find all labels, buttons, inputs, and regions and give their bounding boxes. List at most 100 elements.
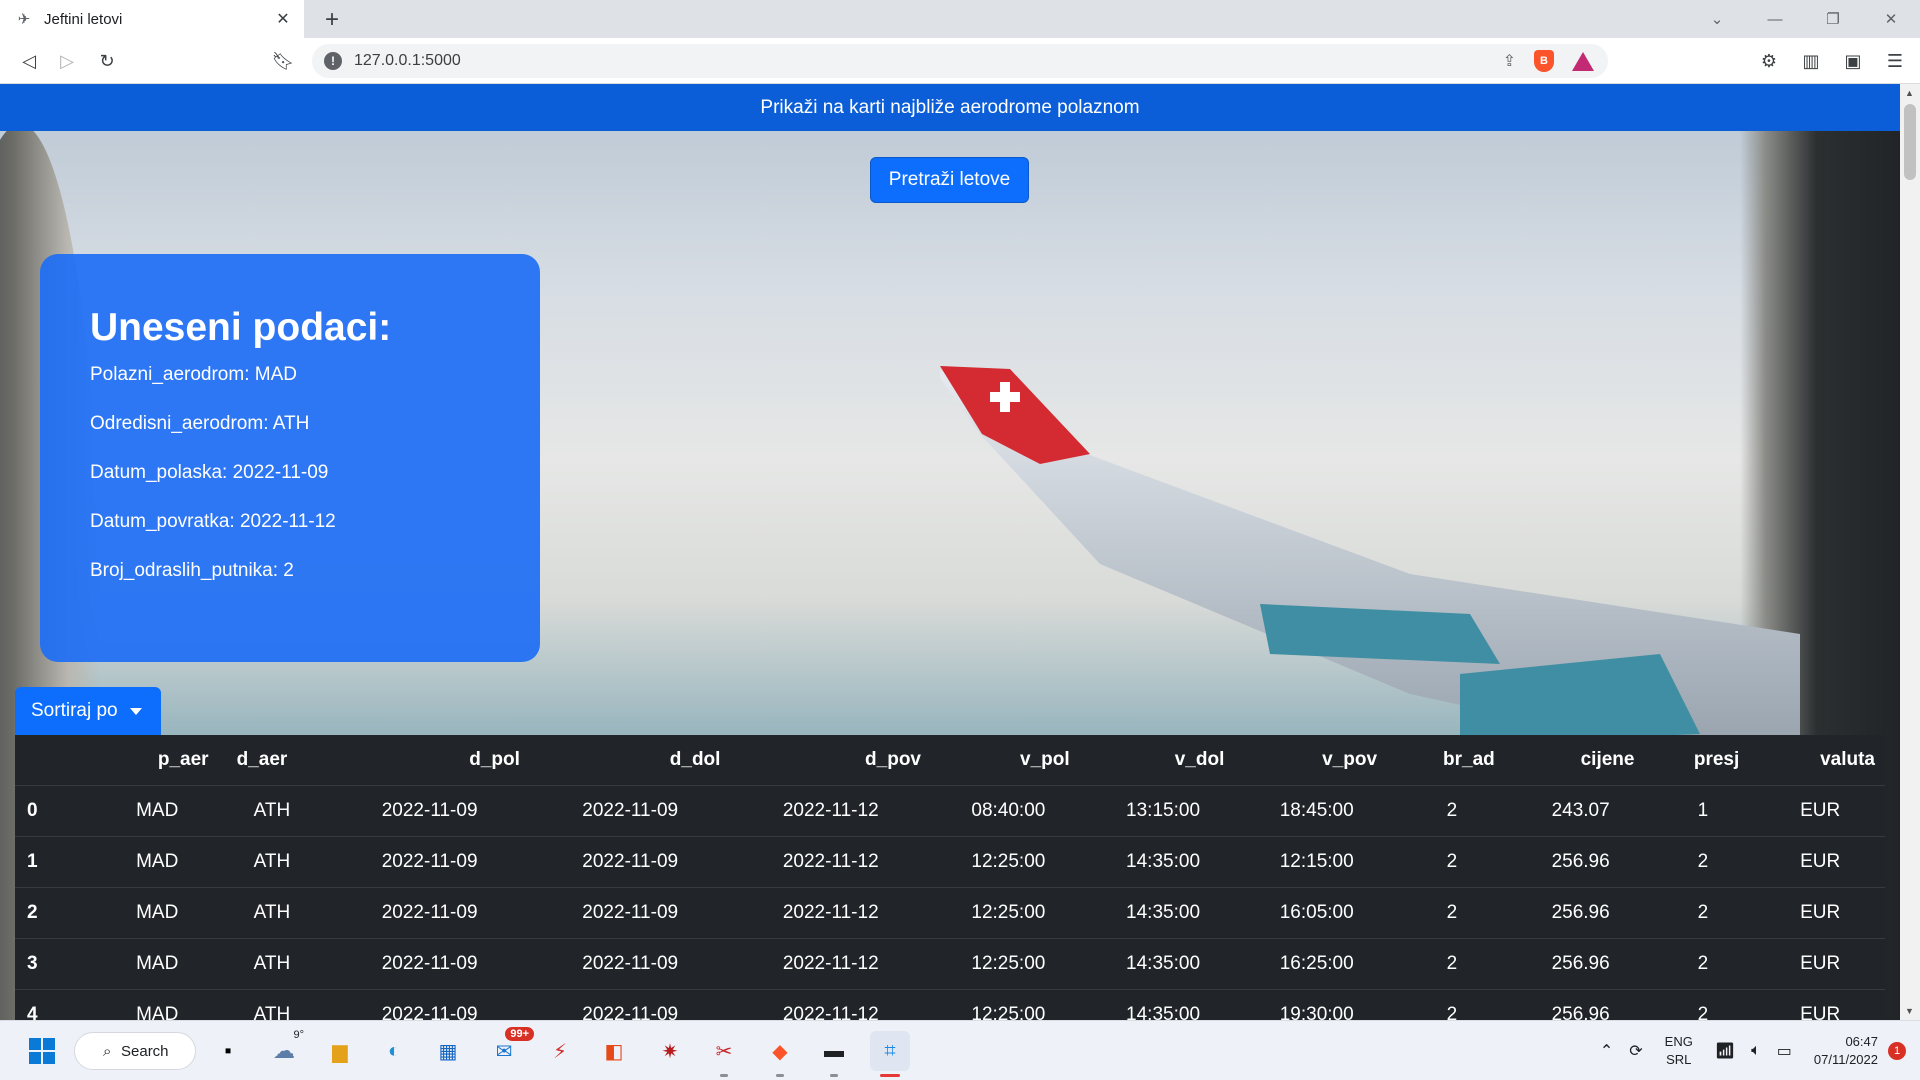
scroll-down-icon[interactable]: ▼ [1905,1006,1914,1016]
snipping-tool-icon[interactable]: ✂ [704,1031,744,1077]
cell-cijene: 256.96 [1551,851,1610,872]
header-d-aer: d_aer [236,749,288,770]
header-v-pol: v_pol [1020,749,1070,770]
snip-active-icon[interactable]: ⌗ [870,1031,910,1077]
cell-br-ad: 2 [1446,800,1458,821]
store-icon[interactable]: ▦ [428,1031,468,1071]
clock[interactable]: 06:47 07/11/2022 [1814,1033,1878,1069]
cell-v-pov: 16:25:00 [1279,953,1354,974]
new-tab-button[interactable]: + [318,6,346,34]
cell-d-pov: 2022-11-12 [782,800,879,821]
header-presj: presj [1693,749,1740,770]
cell-valuta: EUR [1800,851,1841,872]
start-button[interactable] [22,1031,62,1071]
cell-p-aer: MAD [136,902,179,923]
cell-d-dol: 2022-11-09 [582,902,679,923]
bookmark-icon[interactable]: 🔖︎ [268,46,298,76]
sort-dropdown-button[interactable]: Sortiraj po [15,687,161,735]
page-scrollbar[interactable]: ▲ ▼ [1900,84,1920,1020]
site-info-icon[interactable]: ! [324,52,342,70]
office-icon[interactable]: ◧ [594,1031,634,1071]
tab-strip: ✈ Jeftini letovi ✕ + ⌄ — ❐ ✕ [0,0,1920,38]
forward-button[interactable]: ▷ [52,46,82,76]
cell-d-pol: 2022-11-09 [381,1004,478,1020]
cell-v-dol: 14:35:00 [1126,851,1201,872]
chevron-up-icon[interactable]: ⌃ [1600,1041,1613,1061]
departure-date-line: Datum_polaska: 2022-11-09 [90,462,329,483]
map-banner-link[interactable]: Prikaži na karti najbliže aerodrome pola… [0,84,1900,131]
share-icon[interactable]: ⇪ [1503,51,1516,71]
cell-v-pov: 16:05:00 [1279,902,1354,923]
return-date-line: Datum_povratka: 2022-11-12 [90,511,336,532]
language-indicator[interactable]: ENG SRL [1665,1033,1693,1069]
cell-d-pov: 2022-11-12 [782,953,879,974]
cell-cijene: 243.07 [1551,800,1610,821]
wallet-icon[interactable]: ▣ [1838,46,1868,76]
lang-top: ENG [1664,1034,1693,1049]
wifi-icon[interactable]: 📶︎ [1715,1041,1735,1061]
volume-icon[interactable]: 🔈︎ [1751,1042,1761,1060]
sort-label: Sortiraj po [31,700,118,721]
cell-presj: 2 [1697,902,1709,923]
header-cijene: cijene [1580,749,1635,770]
clock-date: 07/11/2022 [1813,1052,1878,1067]
task-view-icon[interactable]: ▪ [208,1031,248,1071]
cell-presj: 2 [1697,851,1709,872]
search-flights-button[interactable]: Pretraži letove [870,157,1029,203]
sidebar-icon[interactable]: ▥ [1796,46,1826,76]
clock-time: 06:47 [1845,1034,1878,1049]
taskbar-search[interactable]: ⌕ Search [74,1032,196,1070]
brave-browser-icon[interactable]: ◆ [760,1031,800,1077]
cell-d-pov: 2022-11-12 [782,1004,879,1020]
close-tab-icon[interactable]: ✕ [272,8,294,30]
scroll-up-icon[interactable]: ▲ [1905,88,1914,98]
header-d-pol: d_pol [469,749,520,770]
cell-br-ad: 2 [1446,953,1458,974]
close-window-button[interactable]: ✕ [1862,0,1920,38]
brave-rewards-icon[interactable] [1572,51,1594,71]
weather-icon[interactable]: ☁ 9° [264,1029,304,1071]
reload-button[interactable]: ↻ [92,46,122,76]
header-br-ad: br_ad [1443,749,1495,770]
table-row: 2 MAD ATH 2022-11-09 2022-11-09 2022-11-… [15,888,1885,939]
caret-down-icon [129,707,142,715]
cell-presj: 1 [1697,800,1709,821]
cell-cijene: 256.96 [1551,1004,1610,1020]
battery-icon[interactable]: ▭ [1777,1041,1792,1061]
scroll-thumb[interactable] [1904,104,1916,180]
cell-d-dol: 2022-11-09 [582,1004,679,1020]
notification-badge[interactable]: 1 [1888,1042,1906,1060]
address-bar[interactable]: ! 127.0.0.1:5000 ⇪ B [312,44,1608,78]
bolt-app-icon[interactable]: ⚡ [540,1031,580,1071]
back-button[interactable]: ◁ [14,46,44,76]
tab-search-icon[interactable]: ⌄ [1688,0,1746,38]
airplane-icon: ✈ [17,11,31,28]
running-indicator [776,1074,784,1077]
edge-icon[interactable]: ◐ [374,1031,414,1071]
file-explorer-icon[interactable]: ▆ [320,1031,360,1071]
mail-icon[interactable]: ✉ 99+ [484,1027,534,1071]
extensions-icon[interactable]: ⚙ [1754,46,1784,76]
terminal-icon[interactable]: ▬ [814,1031,854,1077]
sync-icon[interactable]: ⟳ [1629,1041,1642,1061]
windows-taskbar: ⌕ Search ▪ ☁ 9° ▆ ◐ ▦ ✉ 99+ ⚡ ◧ ✷ ✂ ◆ ▬ … [0,1020,1920,1080]
cell-br-ad: 2 [1446,1004,1458,1020]
cell-cijene: 256.96 [1551,953,1610,974]
menu-icon[interactable]: ☰ [1880,46,1910,76]
page-viewport: Prikaži na karti najbliže aerodrome pola… [0,84,1900,1020]
minimize-button[interactable]: — [1746,0,1804,38]
gear-app-icon[interactable]: ✷ [650,1031,690,1071]
url-text[interactable]: 127.0.0.1:5000 [354,52,1503,70]
cell-d-pov: 2022-11-12 [782,851,879,872]
entered-data-card: Uneseni podaci: Polazni_aerodrom: MAD Od… [40,254,540,662]
restore-button[interactable]: ❐ [1804,0,1862,38]
header-v-pov: v_pov [1322,749,1378,770]
taskbar-search-label: Search [121,1042,169,1060]
header-valuta: valuta [1820,749,1875,770]
brave-shields-icon[interactable]: B [1534,50,1554,72]
browser-tab[interactable]: ✈ Jeftini letovi ✕ [0,0,304,38]
cell-d-pol: 2022-11-09 [381,953,478,974]
cell-p-aer: MAD [136,800,179,821]
mail-badge: 99+ [505,1027,534,1041]
table-header: p_aer d_aer d_pol d_dol d_pov v_pol v_do… [15,735,1885,786]
